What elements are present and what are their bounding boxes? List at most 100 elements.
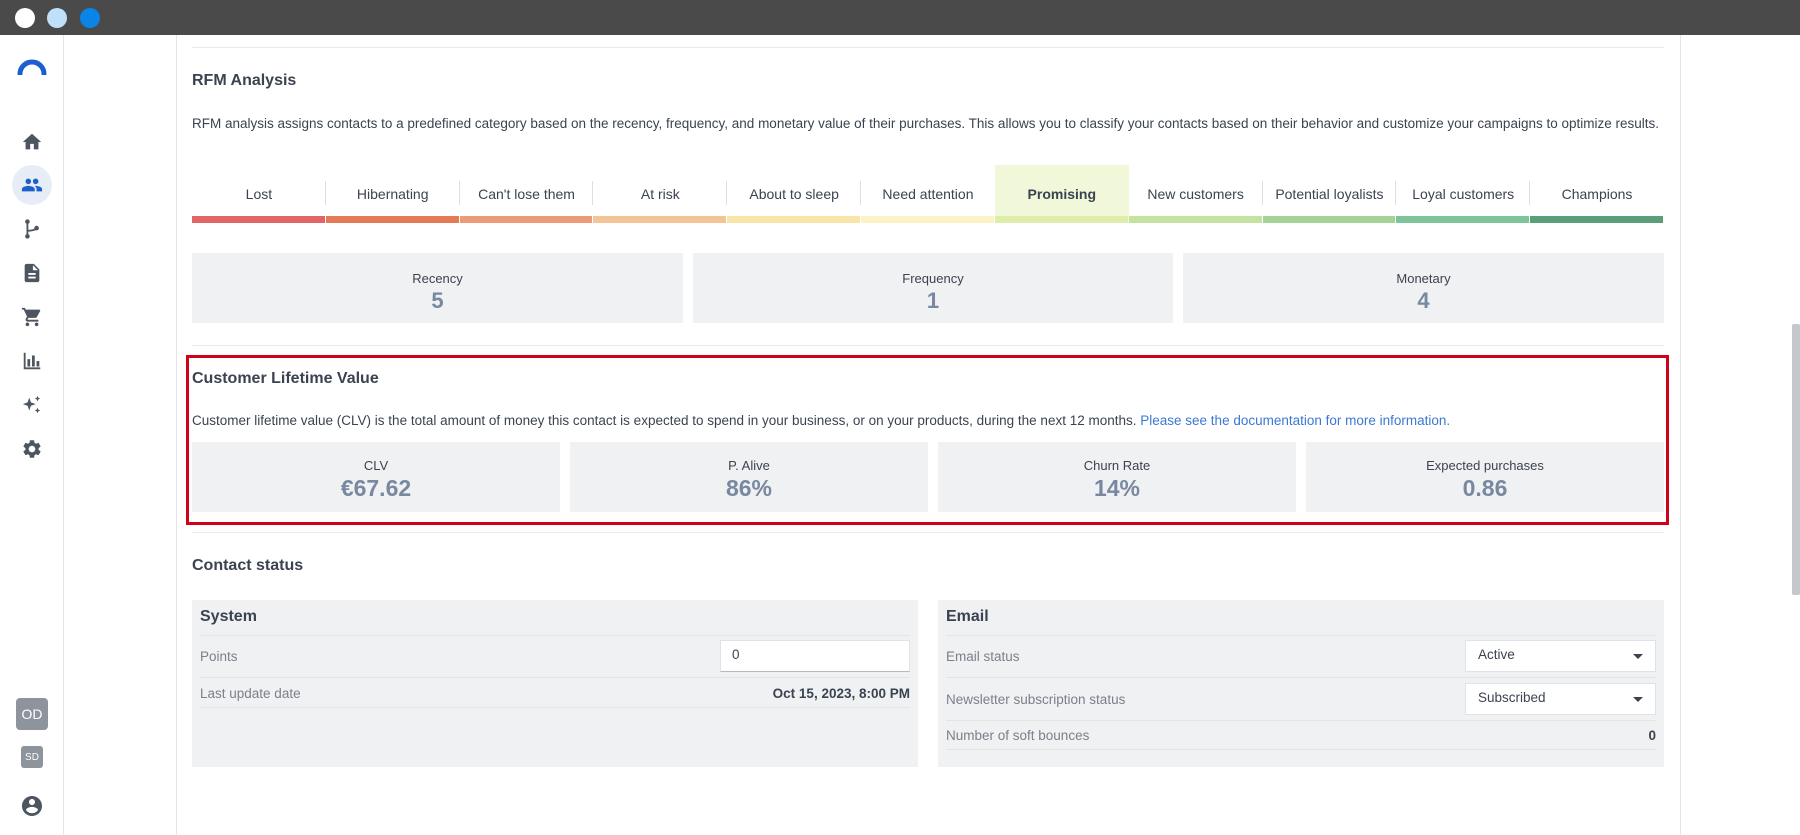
newsletter-label: Newsletter subscription status [946,692,1126,707]
segment-label: Need attention [882,186,974,202]
clv-metric-p-alive: P. Alive 86% [570,442,928,512]
account-button[interactable] [20,794,44,818]
sidebar-item-contacts[interactable] [12,165,52,205]
document-icon [24,263,40,283]
avatar-primary[interactable]: OD [16,698,48,730]
newsletter-value: Subscribed [1478,690,1546,705]
vertical-scrollbar[interactable] [1792,324,1800,595]
rfm-description: RFM analysis assigns contacts to a prede… [192,116,1660,131]
row-divider [946,635,1656,636]
clv-metric-churn-rate: Churn Rate 14% [938,442,1296,512]
email-card-title: Email [946,608,989,625]
email-status-select[interactable]: Active [1465,640,1656,672]
row-divider [946,749,1656,750]
cart-icon [21,307,41,327]
divider [192,345,1664,346]
segment-label: Can't lose them [478,186,575,202]
chevron-down-icon [1633,697,1643,702]
sidebar-item-settings[interactable] [12,429,52,469]
home-icon [22,133,42,150]
metric-label: CLV [363,458,389,473]
rfm-score-frequency: Frequency 1 [693,253,1173,323]
soft-bounces-value: 0 [1648,728,1656,743]
divider [192,532,1664,533]
metric-value: 0.86 [1462,475,1508,501]
last-update-value: Oct 15, 2023, 8:00 PM [772,686,910,701]
points-input[interactable]: 0 [720,640,910,672]
clv-metric-clv: CLV €67.62 [192,442,560,512]
score-label: Frequency [902,271,964,286]
segment-color-bar [994,216,1128,223]
sidebar: OD SD [0,35,64,835]
clv-description-text: Customer lifetime value (CLV) is the tot… [192,413,1137,428]
row-divider [200,707,910,708]
segment-label: About to sleep [749,186,839,202]
score-value: 4 [1417,288,1430,313]
rfm-segment-promising: Promising [994,165,1129,223]
system-card-title: System [200,608,257,625]
segment-label: New customers [1147,186,1244,202]
segment-label: Loyal customers [1412,186,1515,202]
sidebar-item-reports[interactable] [12,341,52,381]
sidebar-item-workflows[interactable] [12,209,52,249]
rfm-segment-loyal-customers: Loyal customers [1396,165,1531,223]
rfm-segment-about-to-sleep: About to sleep [727,165,862,223]
metric-label: P. Alive [728,458,770,473]
segment-color-bar [459,216,593,223]
rfm-segment-cant-lose-them: Can't lose them [459,165,594,223]
row-divider [200,677,910,678]
gear-icon [23,440,41,458]
rfm-score-recency: Recency 5 [192,253,683,323]
contacts-icon [21,178,43,192]
avatar-secondary[interactable]: SD [21,746,43,768]
sidebar-item-documents[interactable] [12,253,52,293]
window-close-dot[interactable] [15,8,35,28]
clv-title: Customer Lifetime Value [192,370,379,387]
segment-color-bar [727,216,861,223]
rfm-segment-potential-loyalists: Potential loyalists [1262,165,1397,223]
window-minimize-dot[interactable] [47,8,67,28]
row-divider [200,635,910,636]
clv-description: Customer lifetime value (CLV) is the tot… [192,413,1450,428]
rfm-segment-need-attention: Need attention [861,165,995,223]
brand-logo-icon[interactable] [17,57,47,75]
rfm-title: RFM Analysis [192,72,297,89]
system-card: System Points 0 Last update date Oct 15,… [192,600,918,767]
newsletter-select[interactable]: Subscribed [1465,683,1656,715]
rfm-segment-lost: Lost [192,165,326,223]
rfm-score-monetary: Monetary 4 [1183,253,1664,323]
sidebar-item-ecommerce[interactable] [12,297,52,337]
soft-bounces-label: Number of soft bounces [946,728,1090,743]
metric-value: €67.62 [340,475,412,501]
metric-value: 86% [725,475,773,501]
documentation-link[interactable]: Please see the documentation for more in… [1140,413,1450,428]
window-title-bar [0,0,1800,35]
segment-label: Promising [1027,186,1097,202]
segment-color-bar [192,216,325,223]
rfm-segment-scale: Lost Hibernating Can't lose them At risk… [192,165,1664,223]
email-status-value: Active [1478,647,1515,662]
segment-color-bar [593,216,727,223]
segment-color-bar [1128,216,1262,223]
points-label: Points [200,649,238,664]
sidebar-item-home[interactable] [12,122,52,162]
clv-metric-expected-purchases: Expected purchases 0.86 [1306,442,1664,512]
workflow-icon [25,219,39,239]
metric-value: 14% [1093,475,1141,501]
segment-label: Lost [245,186,273,202]
metric-label: Churn Rate [1083,458,1151,473]
sidebar-item-ai[interactable] [12,385,52,425]
rfm-segment-champions: Champions [1530,165,1664,223]
window-maximize-dot[interactable] [80,8,100,28]
score-label: Monetary [1396,271,1451,286]
account-circle-icon [22,796,42,816]
segment-color-bar [1530,216,1663,223]
row-divider [946,677,1656,678]
rfm-segment-new-customers: New customers [1128,165,1263,223]
last-update-label: Last update date [200,686,301,701]
email-card: Email Email status Active Newsletter sub… [938,600,1664,767]
score-value: 5 [431,288,444,313]
contact-status-title: Contact status [192,557,304,574]
segment-color-bar [861,216,994,223]
score-value: 1 [926,288,940,313]
